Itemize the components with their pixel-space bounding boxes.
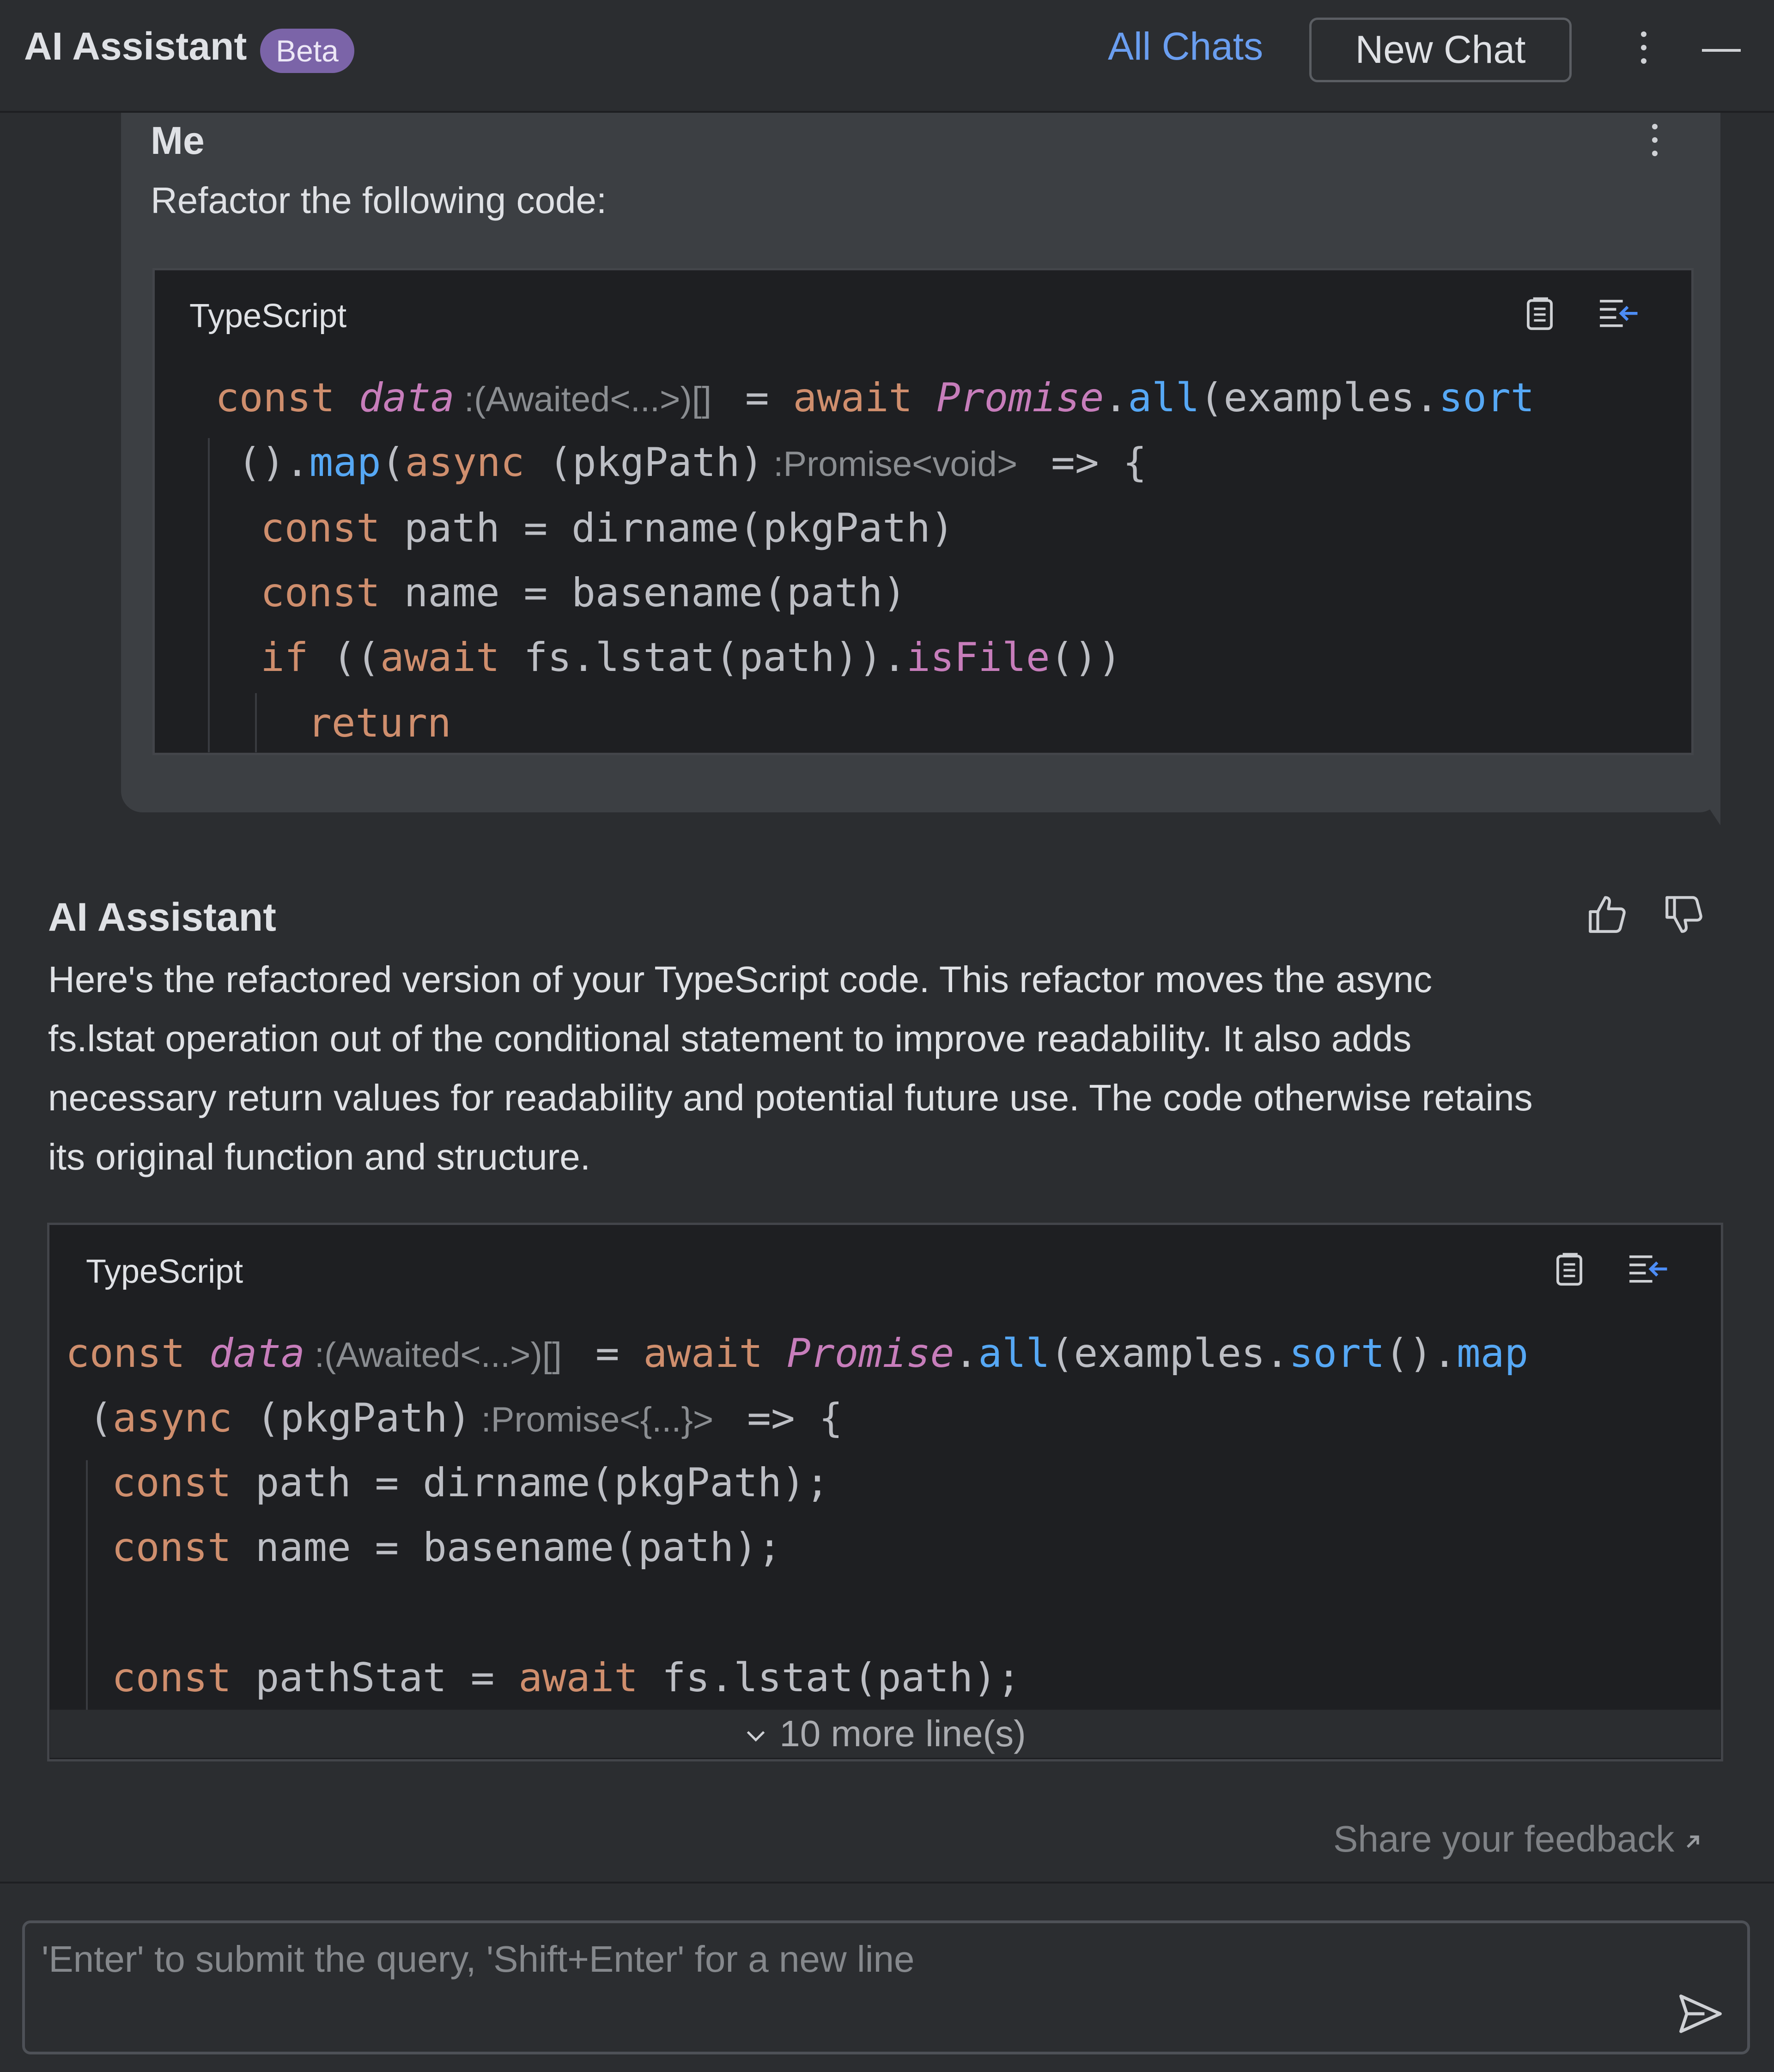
code-line: (async (pkgPath) :Promise<{...}> => { [89,1395,843,1441]
assistant-text-line: its original function and structure. [48,1136,590,1177]
assistant-text-line: fs.lstat operation out of the conditiona… [48,1018,1412,1059]
message-more-icon[interactable] [1652,124,1659,164]
more-lines-label: 10 more line(s) [779,1713,1026,1754]
expand-more-lines[interactable]: 10 more line(s) [50,1710,1720,1758]
code-language-label: TypeScript [86,1253,243,1290]
code-line: const name = basename(path) [261,570,906,616]
indent-guide [208,438,210,752]
code-line: const path = dirname(pkgPath) [261,505,954,551]
code-line: const name = basename(path); [112,1524,782,1571]
tool-window-title: AI Assistant [24,24,247,68]
code-line: const path = dirname(pkgPath); [112,1460,830,1506]
insert-at-caret-icon[interactable] [1626,1251,1669,1288]
code-line: const data :(Awaited<...>)[] = await Pro… [215,375,1535,421]
thumbs-down-icon[interactable] [1661,892,1707,937]
chevron-down-icon [747,1731,765,1742]
user-author-label: Me [151,119,205,162]
assistant-text-line: Here's the refactored version of your Ty… [48,959,1432,1000]
kebab-vertical-icon[interactable] [1641,31,1647,72]
indent-guide [86,1460,88,1710]
thumbs-up-icon[interactable] [1585,892,1630,937]
all-chats-link[interactable]: All Chats [1108,27,1263,66]
code-line: return [308,700,451,746]
code-line: ().map(async (pkgPath) :Promise<void> =>… [237,439,1147,486]
code-line: if ((await fs.lstat(path)).isFile()) [261,634,1122,681]
external-arrow-icon [1687,1835,1699,1848]
code-line: const data :(Awaited<...>)[] = await Pro… [66,1330,1529,1377]
insert-at-caret-icon[interactable] [1597,296,1639,333]
query-input-placeholder: 'Enter' to submit the query, 'Shift+Ente… [42,1938,915,1980]
code-language-label: TypeScript [189,298,347,335]
minimize-icon[interactable] [1702,49,1741,52]
indent-guide [255,693,257,752]
new-chat-button[interactable]: New Chat [1309,18,1572,82]
code-line: const pathStat = await fs.lstat(path); [112,1655,1021,1701]
beta-badge: Beta [260,29,354,73]
copy-icon[interactable] [1549,1249,1589,1289]
send-icon[interactable] [1677,1992,1724,2036]
assistant-text-line: necessary return values for readability … [48,1077,1533,1118]
copy-icon[interactable] [1520,294,1560,334]
share-feedback-link[interactable]: Share your feedback [1333,1821,1703,1858]
feedback-label: Share your feedback [1333,1818,1675,1859]
user-message-text: Refactor the following code: [151,180,607,221]
assistant-author-label: AI Assistant [48,895,276,939]
